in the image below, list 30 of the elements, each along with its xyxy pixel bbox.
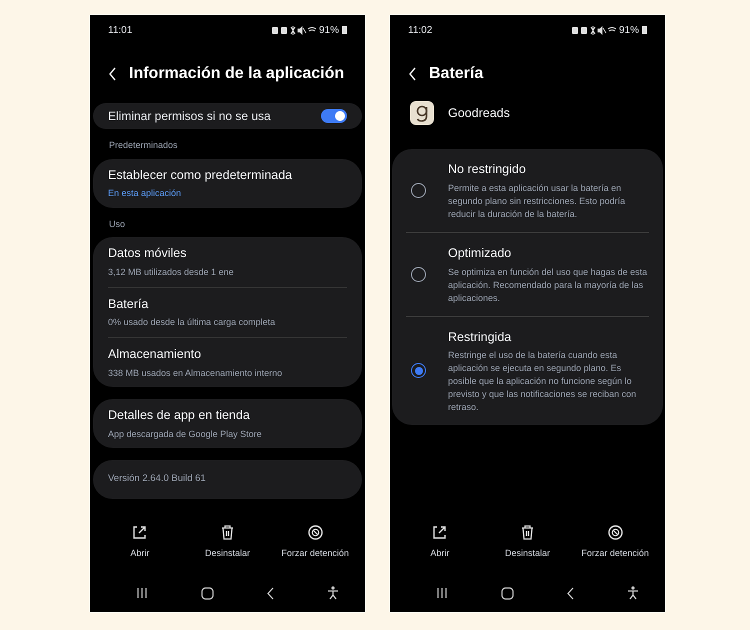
action-button[interactable]: Abrir <box>396 522 484 562</box>
section-heading: Uso <box>108 218 126 231</box>
radio-option[interactable]: No restringido Permite a esta aplicación usar la batería en segundo plano sin restricciones. Esto podría reducir la duración de la batería. <box>406 149 649 232</box>
radio-option[interactable]: Optimizado Se optimiza en función del uso que hagas de esta aplicación. Recomendado para la mayoría de las aplicaciones. <box>406 232 649 316</box>
screen-title: Información de la aplicación <box>129 64 344 84</box>
battery-percent: 91% <box>318 24 339 38</box>
option-title: Restringida <box>448 328 512 346</box>
app-name: Goodreads <box>448 104 510 122</box>
battery-percent: 91% <box>618 24 639 38</box>
version-text: Versión 2.64.0 Build 61 <box>108 472 207 486</box>
option-description: Restringe el uso de la batería cuando esta aplicación se ejecuta en segundo plano. Es posible que la aplicación no funcione según lo previsto y que las notificaciones se reciban con retraso. <box>448 349 638 414</box>
action-button[interactable]: Desinstalar <box>484 522 572 562</box>
settings-row[interactable]: Establecer como predeterminada En esta aplicación <box>108 158 347 208</box>
clock-time: 11:02 <box>408 24 432 38</box>
option-title: Optimizado <box>448 244 512 262</box>
option-title: No restringido <box>448 161 527 178</box>
action-button[interactable]: Desinstalar <box>184 522 272 562</box>
option-description: Permite a esta aplicación usar la batería en segundo plano sin restricciones. Esto podría reducir la duración de la batería. <box>448 182 626 221</box>
settings-row[interactable]: Batería 0% usado desde la última carga completa <box>108 288 347 337</box>
clock-time: 11:01 <box>108 24 132 38</box>
settings-row[interactable]: Detalles de app en tienda App descargada de Google Play Store <box>108 399 347 448</box>
option-description: Se optimiza en función del uso que hagas de esta aplicación. Recomendado para la mayoría de las aplicaciones. <box>448 266 648 304</box>
screen-title: Batería <box>429 64 484 84</box>
settings-row[interactable]: Datos móviles 3,12 MB utilizados desde 1 ene <box>108 237 347 286</box>
action-button[interactable]: Forzar detención <box>571 522 659 562</box>
action-button[interactable]: Abrir <box>96 522 184 562</box>
action-button[interactable]: Forzar detención <box>271 522 359 562</box>
toggle-row[interactable]: Eliminar permisos si no se usa <box>108 103 347 129</box>
section-heading: Predeterminados <box>108 139 179 152</box>
settings-row[interactable]: Almacenamiento 338 MB usados en Almacenamiento interno <box>108 338 347 387</box>
